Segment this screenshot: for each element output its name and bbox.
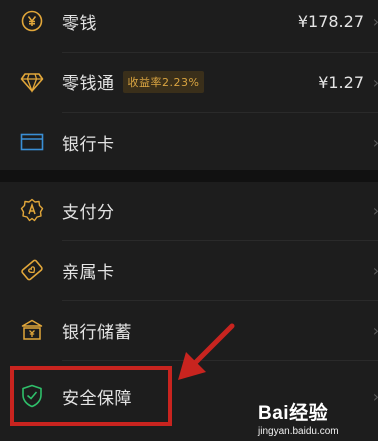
change-label: 零钱 bbox=[62, 13, 97, 34]
diamond-icon bbox=[18, 68, 46, 96]
change-balance-row[interactable]: 零钱 ¥178.27 › bbox=[0, 0, 378, 49]
bank-savings-icon bbox=[18, 316, 46, 344]
divider bbox=[62, 300, 378, 301]
change-plus-label: 零钱通 收益率2.23% bbox=[62, 69, 205, 95]
pay-score-label: 支付分 bbox=[62, 202, 115, 223]
change-amount: ¥178.27 bbox=[297, 11, 364, 31]
wallet-section: 零钱 ¥178.27 › 零钱通收益率2.23% ¥1.27 › 银行卡 › bbox=[0, 0, 378, 170]
bank-card-label: 银行卡 bbox=[62, 134, 115, 155]
chevron-right-icon: › bbox=[370, 387, 378, 406]
change-plus-amount: ¥1.27 bbox=[318, 72, 364, 92]
section-gap bbox=[0, 170, 378, 182]
highlight-box bbox=[10, 366, 172, 426]
baidu-watermark: Bai经验 jingyan.baidu.com bbox=[258, 398, 339, 437]
bank-savings-label: 银行储蓄 bbox=[62, 322, 132, 343]
divider bbox=[62, 112, 378, 113]
family-card-label: 亲属卡 bbox=[62, 262, 115, 283]
chevron-right-icon: › bbox=[370, 12, 378, 31]
chevron-right-icon: › bbox=[370, 261, 378, 280]
watermark-brand: Bai经验 bbox=[258, 403, 329, 424]
chevron-right-icon: › bbox=[370, 321, 378, 340]
bank-card-row[interactable]: 银行卡 › bbox=[0, 114, 378, 170]
score-badge-icon bbox=[18, 196, 46, 224]
divider bbox=[62, 240, 378, 241]
divider bbox=[62, 360, 378, 361]
chevron-right-icon: › bbox=[370, 133, 378, 152]
bank-card-icon bbox=[18, 128, 46, 156]
chevron-right-icon: › bbox=[370, 201, 378, 220]
bank-savings-row[interactable]: 银行储蓄 › bbox=[0, 302, 378, 358]
yuan-coin-icon bbox=[18, 7, 46, 35]
watermark-url: jingyan.baidu.com bbox=[258, 426, 339, 437]
change-plus-title: 零钱通 bbox=[62, 74, 115, 94]
family-card-row[interactable]: 亲属卡 › bbox=[0, 242, 378, 298]
yield-rate-badge: 收益率2.23% bbox=[122, 71, 205, 93]
pay-score-row[interactable]: 支付分 › bbox=[0, 182, 378, 238]
change-plus-row[interactable]: 零钱通收益率2.23% ¥1.27 › bbox=[0, 54, 378, 110]
chevron-right-icon: › bbox=[370, 73, 378, 92]
family-card-icon bbox=[18, 256, 46, 284]
divider bbox=[62, 52, 378, 53]
